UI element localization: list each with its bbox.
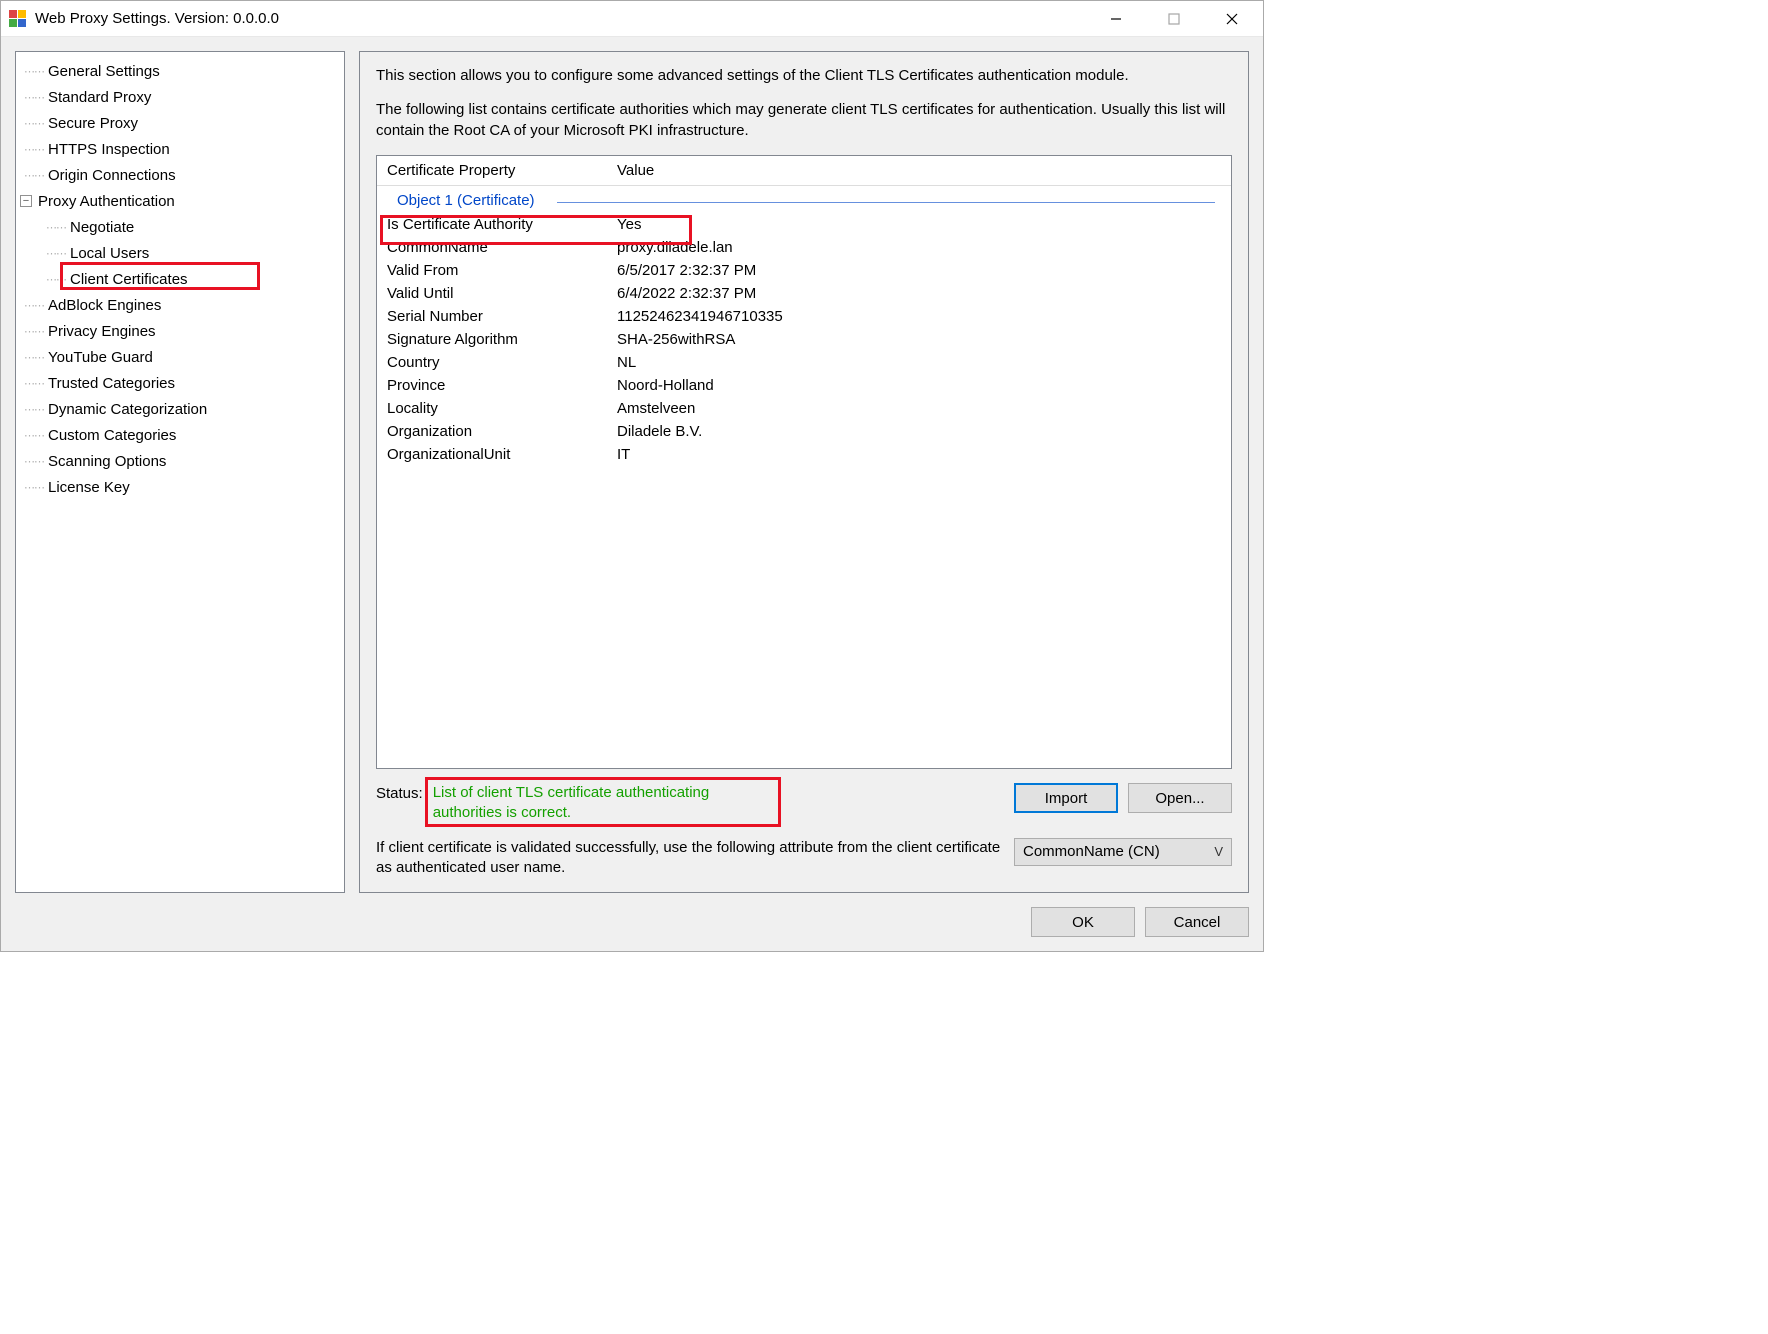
intro-text-2: The following list contains certificate … <box>376 100 1232 141</box>
cert-row[interactable]: OrganizationDiladele B.V. <box>377 420 1231 443</box>
cert-prop: OrganizationalUnit <box>387 446 617 463</box>
collapse-icon[interactable]: − <box>20 195 32 207</box>
cert-val: Yes <box>617 216 1231 233</box>
app-icon <box>9 10 27 28</box>
attribute-help-text: If client certificate is validated succe… <box>376 838 1004 879</box>
cert-val: Diladele B.V. <box>617 423 1231 440</box>
cert-val: 6/4/2022 2:32:37 PM <box>617 285 1231 302</box>
cert-prop: Signature Algorithm <box>387 331 617 348</box>
cert-val: proxy.diladele.lan <box>617 239 1231 256</box>
open-button[interactable]: Open... <box>1128 783 1232 813</box>
window: Web Proxy Settings. Version: 0.0.0.0 ⋯⋯G… <box>0 0 1264 952</box>
highlight-cert-row <box>380 215 692 245</box>
cert-prop: Serial Number <box>387 308 617 325</box>
status-label: Status: <box>376 783 423 802</box>
tree-standard-proxy[interactable]: ⋯⋯Standard Proxy <box>22 84 340 110</box>
tree-dynamic-categorization[interactable]: ⋯⋯Dynamic Categorization <box>22 396 340 422</box>
intro-text-1: This section allows you to configure som… <box>376 66 1232 86</box>
certificate-table: Certificate Property Value Object 1 (Cer… <box>376 155 1232 769</box>
status-row: Status: List of client TLS certificate a… <box>376 783 1232 824</box>
cert-val: IT <box>617 446 1231 463</box>
body: ⋯⋯General Settings ⋯⋯Standard Proxy ⋯⋯Se… <box>1 37 1263 951</box>
tree-proxy-authentication[interactable]: −Proxy Authentication <box>22 188 340 214</box>
window-title: Web Proxy Settings. Version: 0.0.0.0 <box>35 10 1087 27</box>
tree-adblock-engines[interactable]: ⋯⋯AdBlock Engines <box>22 292 340 318</box>
cert-prop: Province <box>387 377 617 394</box>
button-row: Import Open... <box>1014 783 1232 813</box>
tree-negotiate[interactable]: ⋯⋯Negotiate <box>22 214 340 240</box>
close-button[interactable] <box>1203 4 1261 34</box>
tree-secure-proxy[interactable]: ⋯⋯Secure Proxy <box>22 110 340 136</box>
tree-license-key[interactable]: ⋯⋯License Key <box>22 474 340 500</box>
table-headers: Certificate Property Value <box>377 156 1231 186</box>
cert-val: SHA-256withRSA <box>617 331 1231 348</box>
cert-row[interactable]: Serial Number11252462341946710335 <box>377 305 1231 328</box>
import-button[interactable]: Import <box>1014 783 1118 813</box>
chevron-down-icon: V <box>1214 844 1223 859</box>
cert-prop: Country <box>387 354 617 371</box>
attribute-select[interactable]: CommonName (CN) V <box>1014 838 1232 866</box>
cert-prop: Locality <box>387 400 617 417</box>
sidebar-tree: ⋯⋯General Settings ⋯⋯Standard Proxy ⋯⋯Se… <box>15 51 345 893</box>
dialog-buttons: OK Cancel <box>15 893 1249 937</box>
ok-button[interactable]: OK <box>1031 907 1135 937</box>
maximize-button[interactable] <box>1145 4 1203 34</box>
minimize-button[interactable] <box>1087 4 1145 34</box>
cert-row[interactable]: LocalityAmstelveen <box>377 397 1231 420</box>
cert-val: Noord-Holland <box>617 377 1231 394</box>
cert-prop: Organization <box>387 423 617 440</box>
cert-prop: Valid From <box>387 262 617 279</box>
tree-general-settings[interactable]: ⋯⋯General Settings <box>22 58 340 84</box>
cert-row[interactable]: OrganizationalUnitIT <box>377 443 1231 466</box>
tree-youtube-guard[interactable]: ⋯⋯YouTube Guard <box>22 344 340 370</box>
header-property: Certificate Property <box>387 162 617 179</box>
cert-prop: Valid Until <box>387 285 617 302</box>
highlight-sidebar <box>60 262 260 290</box>
tree-origin-connections[interactable]: ⋯⋯Origin Connections <box>22 162 340 188</box>
cert-row[interactable]: ProvinceNoord-Holland <box>377 374 1231 397</box>
main-panel: This section allows you to configure som… <box>359 51 1249 893</box>
tree-privacy-engines[interactable]: ⋯⋯Privacy Engines <box>22 318 340 344</box>
tree-custom-categories[interactable]: ⋯⋯Custom Categories <box>22 422 340 448</box>
titlebar: Web Proxy Settings. Version: 0.0.0.0 <box>1 1 1263 37</box>
window-controls <box>1087 4 1261 34</box>
header-value: Value <box>617 162 1221 179</box>
cert-val: Amstelveen <box>617 400 1231 417</box>
attribute-row: If client certificate is validated succe… <box>376 838 1232 879</box>
panels: ⋯⋯General Settings ⋯⋯Standard Proxy ⋯⋯Se… <box>15 51 1249 893</box>
tree-scanning-options[interactable]: ⋯⋯Scanning Options <box>22 448 340 474</box>
group-header: Object 1 (Certificate) <box>377 186 1231 213</box>
cert-row[interactable]: Signature AlgorithmSHA-256withRSA <box>377 328 1231 351</box>
cancel-button[interactable]: Cancel <box>1145 907 1249 937</box>
tree-trusted-categories[interactable]: ⋯⋯Trusted Categories <box>22 370 340 396</box>
cert-row[interactable]: CountryNL <box>377 351 1231 374</box>
cert-val: NL <box>617 354 1231 371</box>
cert-row[interactable]: Valid Until6/4/2022 2:32:37 PM <box>377 282 1231 305</box>
cert-val: 11252462341946710335 <box>617 308 1231 325</box>
highlight-status <box>425 777 781 827</box>
cert-val: 6/5/2017 2:32:37 PM <box>617 262 1231 279</box>
tree-https-inspection[interactable]: ⋯⋯HTTPS Inspection <box>22 136 340 162</box>
cert-row[interactable]: Valid From6/5/2017 2:32:37 PM <box>377 259 1231 282</box>
select-value: CommonName (CN) <box>1023 843 1160 860</box>
